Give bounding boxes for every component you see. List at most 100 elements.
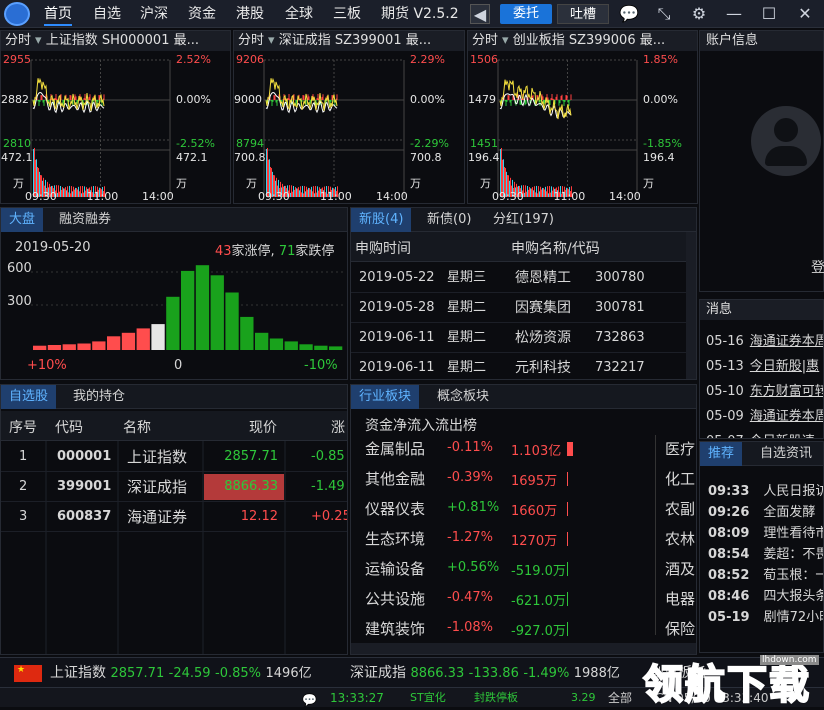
app-logo-icon[interactable] <box>4 2 30 26</box>
tab-watch-news[interactable]: 自选资讯 <box>752 442 820 466</box>
row-price: 2857.71 <box>224 449 278 464</box>
table-row[interactable]: 3 600837 海通证券 12.12 +0.25 <box>1 502 347 532</box>
ipo-row[interactable]: 2019-06-11 星期二 松炀资源 732863 <box>351 323 686 353</box>
sector-right-name[interactable]: 保险 <box>665 618 695 639</box>
sector-right-name[interactable]: 酒及 <box>665 558 695 579</box>
avatar[interactable] <box>751 106 821 176</box>
nav-global[interactable]: 全球 <box>285 0 313 28</box>
status-all[interactable]: 全部 <box>608 688 632 707</box>
tab-margin[interactable]: 融资融券 <box>51 208 119 232</box>
mini-chart-0[interactable]: 分时 ▾ 上证指数 SH000001 最... 2955 2882 2810 2.52% 0… <box>0 30 231 204</box>
sector-row[interactable]: 运输设备 +0.56% -519.0万 <box>351 558 651 582</box>
x-label-mid: 0 <box>174 358 183 373</box>
nav-hk[interactable]: 港股 <box>236 0 264 28</box>
close-icon[interactable]: ✕ <box>795 4 815 24</box>
breadth-bar <box>255 332 269 350</box>
avatar-body-icon <box>765 146 807 166</box>
dropdown-icon[interactable]: ▾ <box>35 33 46 48</box>
rec-item[interactable]: 05-19 剧情72小时 <box>708 606 823 625</box>
sector-name: 金属制品 <box>365 440 426 458</box>
pct-low-label: -2.29% <box>410 137 449 150</box>
news-text: 今日新股速 <box>750 434 815 438</box>
rec-item[interactable]: 08:46 四大报头条 <box>708 585 823 604</box>
mini-chart-1[interactable]: 分时 ▾ 深证成指 SZ399001 最... 9206 9000 8794 2.29% 0… <box>233 30 465 204</box>
tab-market[interactable]: 大盘 <box>1 208 44 232</box>
sector-row[interactable]: 其他金融 -0.39% 1695万 <box>351 468 651 492</box>
ipo-row[interactable]: 2019-06-11 星期二 元利科技 732217 <box>351 353 686 379</box>
dropdown-icon[interactable]: ▾ <box>268 33 279 48</box>
ipo-name: 元利科技 <box>515 360 571 376</box>
rec-item[interactable]: 09:26 全面发酵 <box>708 501 815 520</box>
nav-neeq[interactable]: 三板 <box>333 0 361 28</box>
sector-row[interactable]: 生态环境 -1.27% 1270万 <box>351 528 651 552</box>
pct-low-label: -1.85% <box>643 137 682 150</box>
sector-right-name[interactable]: 农副 <box>665 498 695 519</box>
nav-capital[interactable]: 资金 <box>188 0 216 28</box>
news-item[interactable]: 05-10 东方财富可转 <box>706 380 823 399</box>
status-chat-icon[interactable]: 💬 <box>302 690 317 707</box>
news-item[interactable]: 05-07 今日新股速 <box>706 430 815 438</box>
mini-chart-2[interactable]: 分时 ▾ 创业板指 SZ399006 最... 1506 1479 1451 1.85% 0… <box>467 30 698 204</box>
tab-industry[interactable]: 行业板块 <box>351 385 420 409</box>
chat-icon[interactable]: 💬 <box>619 4 639 24</box>
ipo-row[interactable]: 2019-05-22 星期三 德恩精工 300780 <box>351 263 686 293</box>
tab-new-bond[interactable]: 新债(0) <box>419 208 479 232</box>
time-label-0: 09:30 <box>25 190 57 203</box>
ticker-sh[interactable]: 上证指数 2857.71 -24.59 -0.85% 1496亿 <box>50 658 312 687</box>
sector-row[interactable]: 金属制品 -0.11% 1.103亿 <box>351 438 651 462</box>
rec-item[interactable]: 08:52 荀玉根：一 <box>708 564 823 583</box>
nav-futures[interactable]: 期货 V2.5.2 <box>381 0 459 28</box>
breadth-bar <box>299 344 313 350</box>
tab-concept[interactable]: 概念板块 <box>429 385 497 409</box>
mini-chart-header: 分时 ▾ 深证成指 SZ399001 最... <box>234 31 464 51</box>
tab-recommend[interactable]: 推荐 <box>700 442 743 466</box>
nav-watchlist[interactable]: 自选 <box>93 0 121 28</box>
ipo-name: 松炀资源 <box>515 330 571 346</box>
feedback-button[interactable]: 吐槽 <box>557 4 609 24</box>
dropdown-icon[interactable]: ▾ <box>502 33 513 48</box>
rec-item[interactable]: 09:33 人民日报访 <box>708 480 823 499</box>
sector-right-name[interactable]: 电器 <box>665 588 695 609</box>
minimize-icon[interactable]: — <box>724 4 744 24</box>
ipo-scrollbar[interactable] <box>686 232 696 379</box>
price-high-label: 1506 <box>470 53 498 66</box>
nav-home[interactable]: 首页 <box>44 0 72 28</box>
news-item[interactable]: 05-09 海通证券本周 <box>706 405 823 424</box>
shrink-icon[interactable]: ⤡ <box>654 4 674 24</box>
mini-chart-name: 创业板指 SZ399006 最... <box>512 33 666 48</box>
sector-name: 建筑装饰 <box>365 620 426 638</box>
trade-button[interactable]: 委托 <box>500 4 552 24</box>
table-row[interactable]: 2 399001 深证成指 8866.33 -1.49 <box>1 472 347 502</box>
sector-flow: 1.103亿 <box>511 444 562 459</box>
tab-dividend[interactable]: 分红(197) <box>485 208 562 232</box>
table-row[interactable]: 1 000001 上证指数 2857.71 -0.85 <box>1 442 347 472</box>
row-price: 12.12 <box>240 509 278 524</box>
sector-right-name[interactable]: 化工 <box>665 468 695 489</box>
ticker-sz-name: 深证成指 <box>350 665 406 681</box>
sector-right-name[interactable]: 农林 <box>665 528 695 549</box>
rec-item[interactable]: 08:54 姜超：不畏 <box>708 543 823 562</box>
sector-row[interactable]: 公共设施 -0.47% -621.0万 <box>351 588 651 612</box>
tab-watchlist[interactable]: 自选股 <box>1 385 57 409</box>
ipo-code: 300781 <box>595 300 645 315</box>
gear-icon[interactable]: ⚙ <box>689 4 709 24</box>
sector-row[interactable]: 仪器仪表 +0.81% 1660万 <box>351 498 651 522</box>
status-stock[interactable]: ST宜化 <box>410 688 446 707</box>
login-link[interactable]: 登 <box>811 257 824 277</box>
news-item[interactable]: 05-13 今日新股|惠 <box>706 355 819 374</box>
rec-time: 08:09 <box>708 526 750 541</box>
breadth-bar <box>284 341 298 350</box>
account-title: 账户信息 <box>700 31 823 51</box>
tab-holdings[interactable]: 我的持仓 <box>65 385 133 409</box>
ipo-row[interactable]: 2019-05-28 星期二 因赛集团 300781 <box>351 293 686 323</box>
ticker-sz[interactable]: 深证成指 8866.33 -133.86 -1.49% 1988亿 <box>350 658 620 687</box>
nav-shsz[interactable]: 沪深 <box>140 0 168 28</box>
sector-row[interactable]: 建筑装饰 -1.08% -927.0万 <box>351 618 651 642</box>
rec-item[interactable]: 08:09 理性看待市 <box>708 522 823 541</box>
tab-new-stock[interactable]: 新股(4) <box>351 208 412 232</box>
back-arrow-icon[interactable]: ◀ <box>470 4 490 24</box>
news-item[interactable]: 05-16 海通证券本周 <box>706 330 823 349</box>
maximize-icon[interactable]: ☐ <box>759 4 779 24</box>
volume-unit-left: 万 <box>246 177 257 190</box>
sector-right-name[interactable]: 医疗 <box>665 438 695 459</box>
